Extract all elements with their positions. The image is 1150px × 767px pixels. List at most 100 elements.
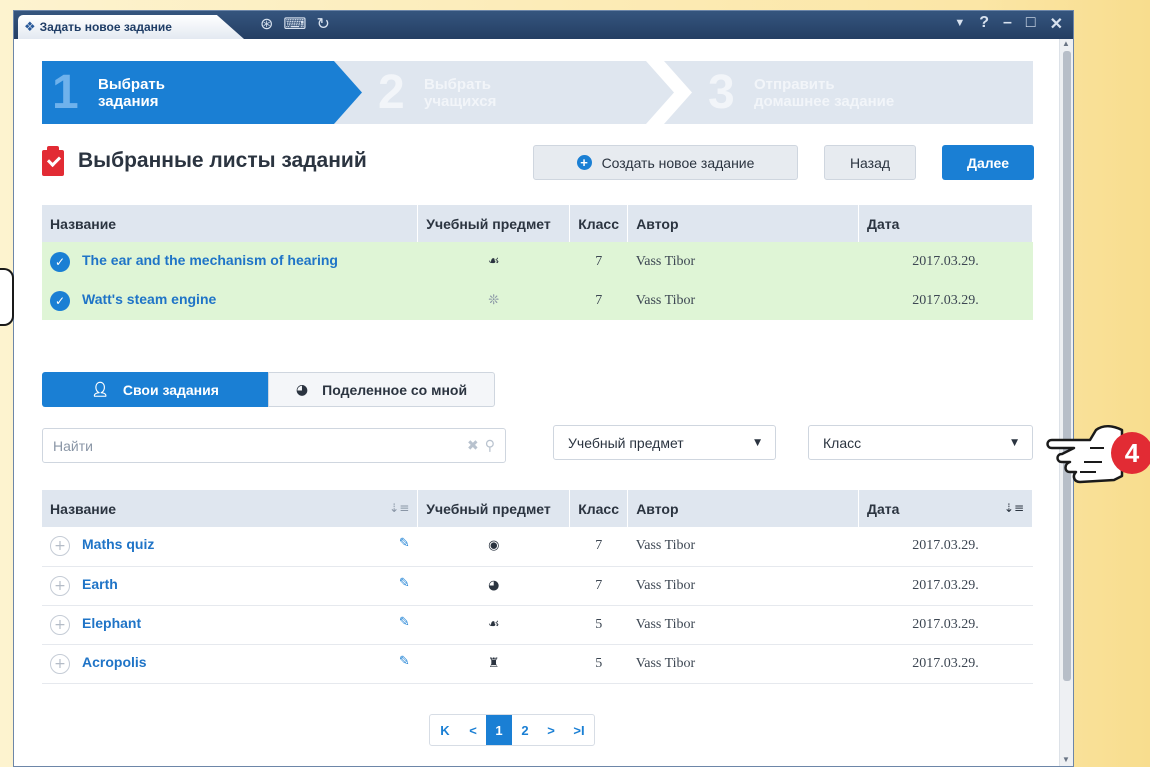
col-name[interactable]: Название ⇣≡ [42, 490, 419, 527]
add-icon[interactable]: + [50, 614, 70, 635]
clear-icon[interactable]: ✖ [467, 438, 479, 454]
task-title[interactable]: Earth [82, 576, 118, 592]
app-window: ❖ Задать новое задание ⊛ ⌨ ↻ ▼ ? – □ ✕ 1… [13, 10, 1074, 767]
step-select-tasks[interactable]: 1 Выбрать задания [42, 61, 362, 124]
back-button[interactable]: Назад [824, 145, 916, 180]
scroll-up-icon[interactable]: ▲ [1062, 39, 1070, 48]
task-title[interactable]: Elephant [82, 615, 141, 631]
step-number: 2 [378, 66, 405, 119]
step-select-students[interactable]: 2 Выбрать учащихся [334, 61, 674, 124]
class-select-value: Класс [823, 434, 862, 451]
user-icon: 👤︎ [91, 381, 109, 398]
task-author: Vass Tibor [627, 527, 859, 567]
app-tab[interactable]: ❖ Задать новое задание [18, 15, 244, 39]
col-author: Автор [627, 490, 860, 527]
vertical-scrollbar[interactable]: ▲ ▼ [1059, 39, 1073, 766]
scroll-thumb[interactable] [1063, 51, 1071, 681]
search-input[interactable] [53, 437, 461, 454]
task-date: 2017.03.29. [858, 605, 1033, 645]
window-controls: ▼ ? – □ ✕ [954, 14, 1063, 34]
next-button[interactable]: Далее [942, 145, 1034, 180]
task-date: 2017.03.29. [858, 644, 1033, 684]
col-date[interactable]: Дата ⇣≡ [858, 490, 1033, 527]
page-1-button[interactable]: 1 [486, 715, 512, 745]
step-number: 3 [708, 66, 735, 119]
page-2-button[interactable]: 2 [512, 715, 538, 745]
tab-shared-with-me[interactable]: ◕ Поделенное со мной [268, 372, 495, 407]
subject-select[interactable]: Учебный предмет ▼ [553, 425, 776, 460]
callout-number-badge: 4 [1111, 432, 1150, 474]
refresh-icon[interactable]: ↻ [317, 14, 330, 33]
create-task-button[interactable]: + Создать новое задание [533, 145, 798, 180]
next-page-button[interactable]: > [538, 715, 564, 745]
sort-icon[interactable]: ⇣≡ [389, 501, 409, 515]
add-icon[interactable]: + [50, 575, 70, 596]
step-number: 1 [52, 66, 79, 119]
step-send-homework[interactable]: 3 Отправить домашнее задание [664, 61, 1033, 124]
task-title[interactable]: The ear and the mechanism of hearing [82, 252, 338, 268]
table-row[interactable]: + Earth ✎ ◕ 7 Vass Tibor 2017.03.29. [42, 566, 1033, 606]
scroll-down-icon[interactable]: ▼ [1062, 755, 1070, 764]
task-date: 2017.03.29. [858, 281, 1033, 320]
pagination: K < 1 2 > >I [429, 714, 595, 746]
task-date: 2017.03.29. [858, 242, 1033, 281]
close-icon[interactable]: ✕ [1050, 14, 1063, 34]
task-author: Vass Tibor [627, 566, 859, 606]
pointing-hand-icon [0, 268, 14, 326]
table-row[interactable]: + Maths quiz ✎ ◉ 7 Vass Tibor 2017.03.29. [42, 527, 1033, 567]
task-class: 7 [569, 281, 628, 320]
navigate-icon[interactable]: ⊛ [260, 14, 273, 33]
col-subject: Учебный предмет [417, 205, 571, 242]
gear-icon: ❊ [488, 292, 500, 308]
tasks-table: Название ⇣≡ Учебный предмет Класс Автор Д… [42, 490, 1033, 684]
sort-desc-icon[interactable]: ⇣≡ [1004, 501, 1024, 515]
table-row[interactable]: + Acropolis ✎ ♜ 5 Vass Tibor 2017.03.29. [42, 644, 1033, 684]
task-class: 5 [569, 605, 628, 645]
edit-icon[interactable]: ✎ [399, 576, 410, 591]
task-author: Vass Tibor [627, 644, 859, 684]
edit-icon[interactable]: ✎ [399, 615, 410, 630]
earth-icon: ◕ [488, 577, 500, 593]
table-row[interactable]: + Elephant ✎ ☙ 5 Vass Tibor 2017.03.29. [42, 605, 1033, 645]
step-label: Отправить домашнее задание [754, 75, 895, 110]
keyboard-icon[interactable]: ⌨ [283, 14, 306, 33]
help-icon[interactable]: ? [979, 14, 989, 34]
step-label: Выбрать задания [98, 75, 165, 110]
table-row[interactable]: ✓ The ear and the mechanism of hearing ☙ … [42, 242, 1033, 281]
first-page-button[interactable]: K [430, 715, 460, 745]
checked-icon[interactable]: ✓ [50, 251, 70, 272]
maximize-icon[interactable]: □ [1026, 14, 1036, 34]
task-class: 7 [569, 242, 628, 281]
create-task-label: Создать новое задание [601, 154, 755, 171]
window-title: Задать новое задание [39, 20, 172, 34]
chevron-down-icon: ▼ [1011, 437, 1018, 448]
task-title[interactable]: Watt's steam engine [82, 291, 216, 307]
title-bar: ❖ Задать новое задание ⊛ ⌨ ↻ ▼ ? – □ ✕ [14, 11, 1073, 39]
dropdown-icon[interactable]: ▼ [954, 17, 965, 34]
last-page-button[interactable]: >I [564, 715, 594, 745]
add-icon[interactable]: + [50, 653, 70, 674]
search-icon[interactable]: ⚲ [485, 438, 495, 454]
task-author: Vass Tibor [627, 242, 859, 281]
task-title[interactable]: Maths quiz [82, 536, 154, 552]
checked-icon[interactable]: ✓ [50, 290, 70, 311]
minimize-icon[interactable]: – [1003, 14, 1012, 34]
col-author: Автор [627, 205, 860, 242]
tab-own-tasks[interactable]: 👤︎ Свои задания [42, 372, 268, 407]
globe-icon: ◉ [488, 538, 500, 554]
animal-icon: ☙ [487, 616, 500, 632]
table-header: Название Учебный предмет Класс Автор Дат… [42, 205, 1033, 242]
prev-page-button[interactable]: < [460, 715, 486, 745]
chevron-down-icon: ▼ [754, 437, 761, 448]
plus-icon: + [576, 155, 592, 170]
task-title[interactable]: Acropolis [82, 654, 147, 670]
table-row[interactable]: ✓ Watt's steam engine ❊ 7 Vass Tibor 2017… [42, 281, 1033, 320]
edit-icon[interactable]: ✎ [399, 536, 410, 551]
task-class: 7 [569, 527, 628, 567]
tab-label: Поделенное со мной [322, 381, 468, 398]
add-icon[interactable]: + [50, 536, 70, 557]
class-select[interactable]: Класс ▼ [808, 425, 1033, 460]
edit-icon[interactable]: ✎ [399, 654, 410, 669]
clipboard-check-icon [42, 146, 66, 176]
titlebar-tools: ⊛ ⌨ ↻ [260, 14, 330, 33]
